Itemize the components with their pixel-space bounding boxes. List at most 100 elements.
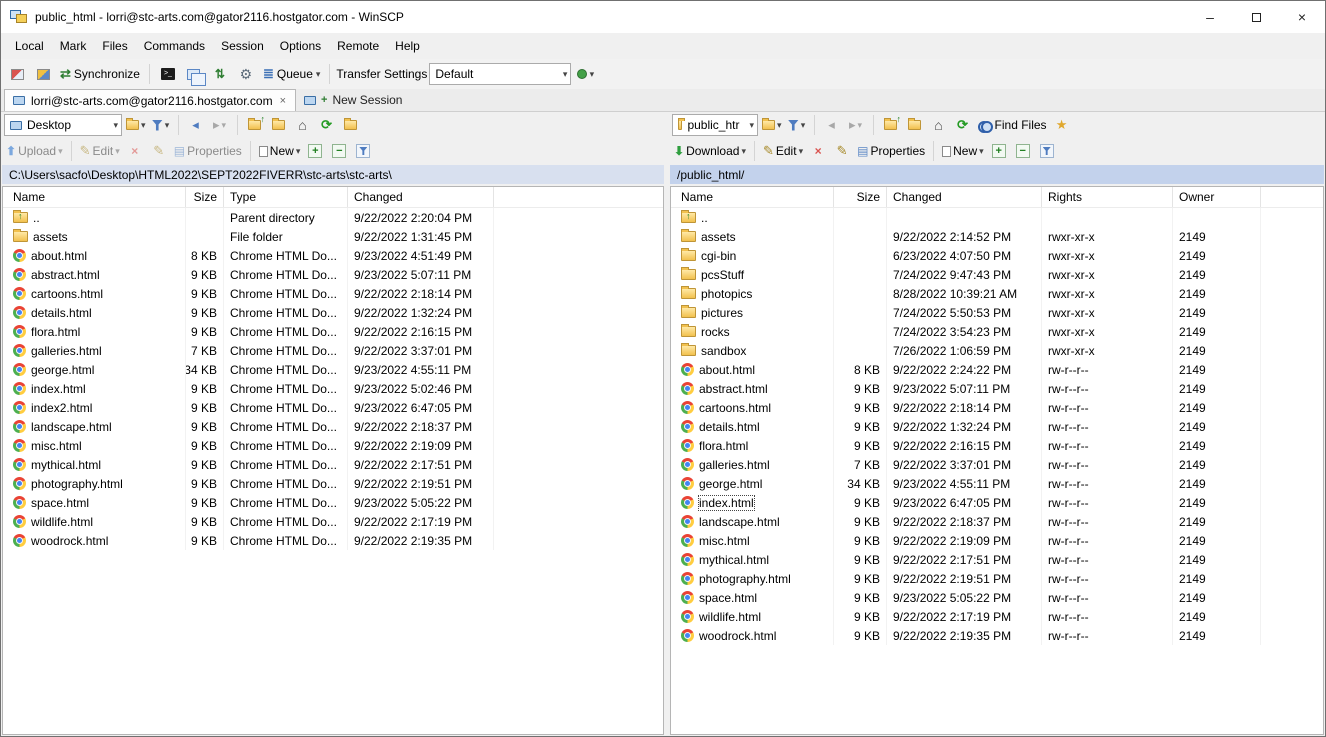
table-row[interactable]: pcsStuff7/24/2022 9:47:43 PMrwxr-xr-x214…: [671, 265, 1323, 284]
remote-select-files-button[interactable]: +: [988, 140, 1010, 162]
menu-local[interactable]: Local: [7, 35, 52, 57]
remote-delete-button[interactable]: ×: [807, 140, 829, 162]
table-row[interactable]: about.html8 KBChrome HTML Do...9/23/2022…: [3, 246, 663, 265]
local-open-in-explorer-button[interactable]: [340, 114, 362, 136]
table-row[interactable]: galleries.html7 KBChrome HTML Do...9/22/…: [3, 341, 663, 360]
table-row[interactable]: landscape.html9 KB9/22/2022 2:18:37 PMrw…: [671, 512, 1323, 531]
new-session-dialog-button[interactable]: [5, 62, 29, 86]
table-row[interactable]: index.html9 KBChrome HTML Do...9/23/2022…: [3, 379, 663, 398]
table-row[interactable]: abstract.html9 KBChrome HTML Do...9/23/2…: [3, 265, 663, 284]
local-parent-directory-button[interactable]: ↑: [244, 114, 266, 136]
download-button[interactable]: ⬇ Download ▾: [672, 140, 748, 162]
table-row[interactable]: index2.html9 KBChrome HTML Do...9/23/202…: [3, 398, 663, 417]
remote-filter-button[interactable]: ▾: [786, 114, 808, 136]
menu-session[interactable]: Session: [213, 35, 272, 57]
table-row[interactable]: cgi-bin6/23/2022 4:07:50 PMrwxr-xr-x2149: [671, 246, 1323, 265]
menu-help[interactable]: Help: [387, 35, 428, 57]
table-row[interactable]: details.html9 KBChrome HTML Do...9/22/20…: [3, 303, 663, 322]
local-unselect-files-button[interactable]: −: [328, 140, 350, 162]
workspace-button[interactable]: [31, 62, 55, 86]
local-forward-button[interactable]: ▸▾: [209, 114, 231, 136]
menu-options[interactable]: Options: [272, 35, 329, 57]
table-row[interactable]: george.html34 KB9/23/2022 4:55:11 PMrw-r…: [671, 474, 1323, 493]
column-header-name[interactable]: Name: [671, 187, 834, 207]
new-session-tab[interactable]: + New Session: [296, 89, 410, 111]
local-new-button[interactable]: New ▾: [257, 140, 303, 162]
table-row[interactable]: landscape.html9 KBChrome HTML Do...9/22/…: [3, 417, 663, 436]
remote-home-directory-button[interactable]: ⌂: [928, 114, 950, 136]
synchronize-button[interactable]: ⇄ Synchronize: [57, 62, 143, 86]
table-row[interactable]: ..: [671, 208, 1323, 227]
table-row[interactable]: rocks7/24/2022 3:54:23 PMrwxr-xr-x2149: [671, 322, 1323, 341]
menu-remote[interactable]: Remote: [329, 35, 387, 57]
open-console-button[interactable]: >_: [156, 62, 180, 86]
table-row[interactable]: ..Parent directory9/22/2022 2:20:04 PM: [3, 208, 663, 227]
remote-properties-button[interactable]: ▤ Properties: [855, 140, 927, 162]
remote-selection-filter-button[interactable]: [1036, 140, 1058, 162]
remote-path-bar[interactable]: /public_html/: [670, 165, 1324, 184]
table-row[interactable]: woodrock.html9 KB9/22/2022 2:19:35 PMrw-…: [671, 626, 1323, 645]
column-header-changed[interactable]: Changed: [348, 187, 494, 207]
maximize-button[interactable]: [1233, 1, 1279, 33]
table-row[interactable]: george.html34 KBChrome HTML Do...9/23/20…: [3, 360, 663, 379]
column-header-type[interactable]: Type: [224, 187, 348, 207]
close-tab-icon[interactable]: ×: [279, 95, 287, 107]
preferences-button[interactable]: ⚙: [234, 62, 258, 86]
transfer-settings-label[interactable]: Transfer Settings: [336, 67, 427, 81]
local-properties-button[interactable]: ▤ Properties: [172, 140, 244, 162]
table-row[interactable]: cartoons.html9 KBChrome HTML Do...9/22/2…: [3, 284, 663, 303]
table-row[interactable]: pictures7/24/2022 5:50:53 PMrwxr-xr-x214…: [671, 303, 1323, 322]
local-selection-filter-button[interactable]: [352, 140, 374, 162]
remote-back-button[interactable]: ◂: [821, 114, 843, 136]
local-path-bar[interactable]: C:\Users\sacfo\Desktop\HTML2022\SEPT2022…: [2, 165, 664, 184]
table-row[interactable]: abstract.html9 KB9/23/2022 5:07:11 PMrw-…: [671, 379, 1323, 398]
synchronize-browsing-button[interactable]: [182, 62, 206, 86]
table-row[interactable]: assets9/22/2022 2:14:52 PMrwxr-xr-x2149: [671, 227, 1323, 246]
table-row[interactable]: photography.html9 KB9/22/2022 2:19:51 PM…: [671, 569, 1323, 588]
remote-directory-combobox[interactable]: public_htr ▾: [672, 114, 758, 136]
remote-open-directory-button[interactable]: ▾: [760, 114, 784, 136]
table-row[interactable]: assetsFile folder9/22/2022 1:31:45 PM: [3, 227, 663, 246]
remote-rename-button[interactable]: ✎: [831, 140, 853, 162]
session-tab-active[interactable]: lorri@stc-arts.com@gator2116.hostgator.c…: [4, 89, 296, 111]
remote-bookmark-button[interactable]: ★: [1051, 114, 1073, 136]
local-back-button[interactable]: ◂: [185, 114, 207, 136]
remote-root-directory-button[interactable]: [904, 114, 926, 136]
table-row[interactable]: photography.html9 KBChrome HTML Do...9/2…: [3, 474, 663, 493]
remote-parent-directory-button[interactable]: ↑: [880, 114, 902, 136]
menu-mark[interactable]: Mark: [52, 35, 95, 57]
remote-new-button[interactable]: New ▾: [940, 140, 986, 162]
remote-edit-button[interactable]: ✎ Edit ▾: [761, 140, 805, 162]
menu-commands[interactable]: Commands: [136, 35, 213, 57]
minimize-button[interactable]: –: [1187, 1, 1233, 33]
local-drive-combobox[interactable]: Desktop ▾: [4, 114, 122, 136]
local-filter-button[interactable]: ▾: [150, 114, 172, 136]
find-files-button[interactable]: Find Files: [976, 114, 1049, 136]
table-row[interactable]: flora.html9 KBChrome HTML Do...9/22/2022…: [3, 322, 663, 341]
session-connection-button[interactable]: ▾: [573, 62, 597, 86]
remote-refresh-button[interactable]: ⟳: [952, 114, 974, 136]
local-delete-button[interactable]: ×: [124, 140, 146, 162]
table-row[interactable]: misc.html9 KBChrome HTML Do...9/22/2022 …: [3, 436, 663, 455]
table-row[interactable]: mythical.html9 KB9/22/2022 2:17:51 PMrw-…: [671, 550, 1323, 569]
table-row[interactable]: cartoons.html9 KB9/22/2022 2:18:14 PMrw-…: [671, 398, 1323, 417]
background-transfers-button[interactable]: ⇅: [208, 62, 232, 86]
queue-button[interactable]: ≣ Queue ▾: [260, 62, 323, 86]
table-row[interactable]: wildlife.html9 KBChrome HTML Do...9/22/2…: [3, 512, 663, 531]
table-row[interactable]: woodrock.html9 KBChrome HTML Do...9/22/2…: [3, 531, 663, 550]
table-row[interactable]: misc.html9 KB9/22/2022 2:19:09 PMrw-r--r…: [671, 531, 1323, 550]
local-home-directory-button[interactable]: ⌂: [292, 114, 314, 136]
table-row[interactable]: details.html9 KB9/22/2022 1:32:24 PMrw-r…: [671, 417, 1323, 436]
table-row[interactable]: about.html8 KB9/22/2022 2:24:22 PMrw-r--…: [671, 360, 1323, 379]
table-row[interactable]: wildlife.html9 KB9/22/2022 2:17:19 PMrw-…: [671, 607, 1323, 626]
upload-button[interactable]: ⬆ Upload ▾: [4, 140, 65, 162]
table-row[interactable]: space.html9 KB9/23/2022 5:05:22 PMrw-r--…: [671, 588, 1323, 607]
column-header-rights[interactable]: Rights: [1042, 187, 1173, 207]
transfer-settings-combobox[interactable]: Default ▾: [429, 63, 571, 85]
local-refresh-button[interactable]: ⟳: [316, 114, 338, 136]
column-header-size[interactable]: Size: [186, 187, 224, 207]
table-row[interactable]: galleries.html7 KB9/22/2022 3:37:01 PMrw…: [671, 455, 1323, 474]
local-select-files-button[interactable]: +: [304, 140, 326, 162]
local-rename-button[interactable]: ✎: [148, 140, 170, 162]
column-header-size[interactable]: Size: [834, 187, 887, 207]
